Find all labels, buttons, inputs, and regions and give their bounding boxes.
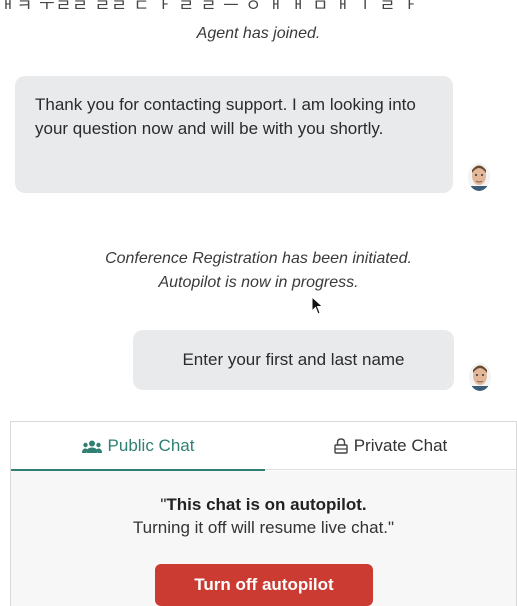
avatar-face-icon: [468, 163, 490, 191]
autopilot-notice-subtitle: Turning it off will resume live chat.": [132, 518, 395, 537]
autopilot-title-text: This chat is on autopilot.: [166, 495, 367, 514]
lock-icon: [334, 438, 348, 454]
tab-private-chat-label: Private Chat: [353, 436, 448, 455]
agent-message-bubble: Thank you for contacting support. I am l…: [15, 76, 453, 193]
system-message-line-2: Autopilot is now in progress.: [158, 274, 359, 291]
bot-message-bubble: Enter your first and last name: [133, 330, 454, 390]
autopilot-notice-title: "This chat is on autopilot.: [11, 495, 516, 515]
autopilot-notice: "This chat is on autopilot. Turning it o…: [11, 471, 516, 606]
agent-avatar: [469, 363, 491, 391]
system-message-line-1: Conference Registration has been initiat…: [105, 250, 412, 267]
tab-public-chat-label: Public Chat: [107, 436, 195, 455]
tab-private-chat[interactable]: Private Chat: [265, 422, 516, 470]
system-message-autopilot: Conference Registration has been initiat…: [0, 247, 517, 295]
tab-public-chat[interactable]: Public Chat: [11, 422, 265, 471]
chat-tabs: Public Chat Private Chat: [11, 422, 516, 471]
users-icon: [81, 440, 102, 453]
agent-avatar: [468, 163, 490, 191]
turn-off-autopilot-button[interactable]: Turn off autopilot: [155, 564, 373, 606]
chat-panel: Public Chat Private Chat "This chat is o…: [10, 421, 517, 606]
avatar-face-icon: [469, 363, 491, 391]
system-message-agent-joined: Agent has joined.: [196, 25, 321, 42]
chat-window: ㅐㅋ ㅜㄹㄹ ㄹㄹ ㄷ ㅏ ㄹ ㄹ ㅡ ㅇ ㅐ ㅐ ㅁ ㅐ ㅣ ㄹ ㅏ Agen…: [0, 0, 517, 606]
clipped-header-text: ㅐㅋ ㅜㄹㄹ ㄹㄹ ㄷ ㅏ ㄹ ㄹ ㅡ ㅇ ㅐ ㅐ ㅁ ㅐ ㅣ ㄹ ㅏ: [0, 0, 517, 9]
mouse-pointer-icon: [311, 296, 324, 315]
